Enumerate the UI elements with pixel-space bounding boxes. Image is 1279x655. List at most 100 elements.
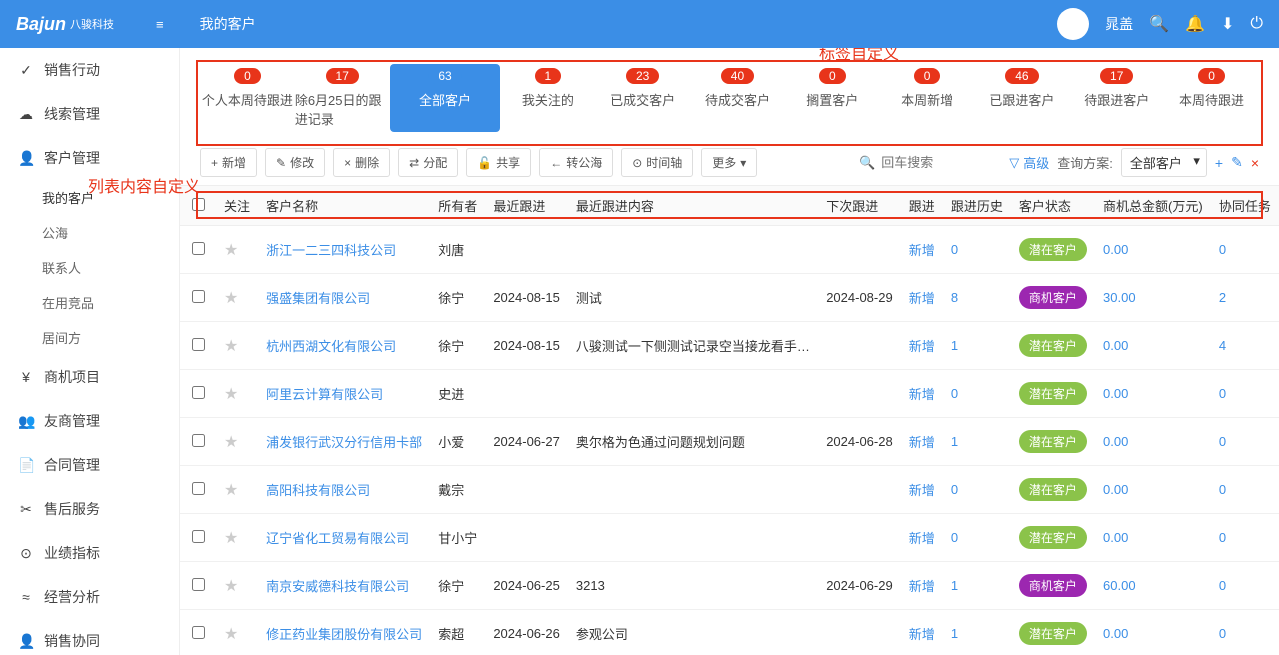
sidebar-item[interactable]: ⊙业绩指标 [0,531,179,575]
column-header[interactable]: 商机总金额(万元) [1095,186,1211,226]
tasks-link[interactable]: 0 [1219,626,1226,641]
history-link[interactable]: 0 [951,386,958,401]
user-name[interactable]: 晁盖 [1105,14,1133,34]
scheme-select[interactable]: 全部客户 [1121,148,1207,177]
sidebar-sub-item[interactable]: 公海 [0,215,179,250]
tasks-link[interactable]: 2 [1219,290,1226,305]
history-link[interactable]: 0 [951,242,958,257]
sidebar-item[interactable]: ✂售后服务 [0,487,179,531]
follow-link[interactable]: 新增 [909,291,935,306]
column-header[interactable]: 关注 [216,186,258,226]
follow-link[interactable]: 新增 [909,579,935,594]
filter-tab[interactable]: 46已跟进客户 [975,64,1070,132]
follow-link[interactable]: 新增 [909,339,935,354]
toolbar-button[interactable]: 🔓共享 [466,148,531,177]
table-row[interactable]: ★ 阿里云计算有限公司 史进 新增 0 潜在客户 0.00 0 [180,370,1279,418]
star-icon[interactable]: ★ [224,434,238,451]
follow-link[interactable]: 新增 [909,243,935,258]
follow-link[interactable]: 新增 [909,627,935,642]
tasks-link[interactable]: 0 [1219,530,1226,545]
toolbar-button[interactable]: +新增 [200,148,257,177]
star-icon[interactable]: ★ [224,530,238,547]
toolbar-button[interactable]: ✎修改 [265,148,325,177]
customer-name-link[interactable]: 修正药业集团股份有限公司 [266,627,422,642]
advanced-link[interactable]: ▽高级 [1009,153,1049,172]
table-row[interactable]: ★ 辽宁省化工贸易有限公司 甘小宁 新增 0 潜在客户 0.00 0 [180,514,1279,562]
filter-tab[interactable]: 0本周新增 [880,64,975,132]
tasks-link[interactable]: 0 [1219,386,1226,401]
sidebar-item[interactable]: ✓销售行动 [0,48,179,92]
menu-toggle-icon[interactable]: ≡ [156,17,164,32]
row-checkbox[interactable] [180,610,216,655]
download-icon[interactable]: ⬇ [1221,14,1234,34]
history-link[interactable]: 1 [951,578,958,593]
search-box[interactable]: 🔍 [859,155,1001,171]
sidebar-sub-item[interactable]: 在用竞品 [0,285,179,320]
filter-tab[interactable]: 23已成交客户 [595,64,690,132]
bell-icon[interactable]: 🔔 [1185,14,1205,34]
follow-link[interactable]: 新增 [909,531,935,546]
toolbar-button[interactable]: ⊙时间轴 [621,148,693,177]
follow-link[interactable]: 新增 [909,483,935,498]
header-current-tab[interactable]: 我的客户 [188,0,268,48]
star-icon[interactable]: ★ [224,626,238,643]
row-checkbox[interactable] [180,370,216,418]
column-header[interactable]: 跟进历史 [943,186,1011,226]
sidebar-item[interactable]: ¥商机项目 [0,355,179,399]
amount-link[interactable]: 0.00 [1103,338,1128,353]
row-checkbox[interactable] [180,274,216,322]
edit-scheme-icon[interactable]: ✎ [1231,154,1243,171]
brand-logo[interactable]: Bajun 八骏科技 [16,10,136,38]
toolbar-button[interactable]: ⇄分配 [398,148,458,177]
customer-name-link[interactable]: 浙江一二三四科技公司 [266,243,396,258]
column-header[interactable]: 最近跟进 [485,186,568,226]
follow-link[interactable]: 新增 [909,387,935,402]
filter-tab[interactable]: 1我关注的 [500,64,595,132]
sidebar-sub-item[interactable]: 联系人 [0,250,179,285]
amount-link[interactable]: 0.00 [1103,530,1128,545]
toolbar-button[interactable]: ←转公海 [539,148,613,177]
row-checkbox[interactable] [180,466,216,514]
table-row[interactable]: ★ 杭州西湖文化有限公司 徐宁 2024-08-15 八骏测试一下侧测试记录空当… [180,322,1279,370]
table-row[interactable]: ★ 修正药业集团股份有限公司 索超 2024-06-26 参观公司 新增 1 潜… [180,610,1279,655]
amount-link[interactable]: 0.00 [1103,482,1128,497]
sidebar-item[interactable]: 👤销售协同 [0,619,179,655]
filter-tab[interactable]: 40待成交客户 [690,64,785,132]
star-icon[interactable]: ★ [224,386,238,403]
customer-name-link[interactable]: 高阳科技有限公司 [266,483,370,498]
table-row[interactable]: ★ 南京安威德科技有限公司 徐宁 2024-06-25 3213 2024-06… [180,562,1279,610]
table-row[interactable]: ★ 高阳科技有限公司 戴宗 新增 0 潜在客户 0.00 0 [180,466,1279,514]
customer-name-link[interactable]: 强盛集团有限公司 [266,291,370,306]
filter-tab[interactable]: 0个人本周待跟进 [200,64,295,132]
tasks-link[interactable]: 4 [1219,338,1226,353]
column-header[interactable]: 协同任务 [1211,186,1279,226]
toolbar-button[interactable]: 更多 ▾ [701,148,757,177]
row-checkbox[interactable] [180,562,216,610]
column-header[interactable]: 客户名称 [258,186,430,226]
filter-tab[interactable]: 0搁置客户 [785,64,880,132]
add-scheme-icon[interactable]: + [1215,155,1223,171]
history-link[interactable]: 1 [951,626,958,641]
amount-link[interactable]: 60.00 [1103,578,1136,593]
amount-link[interactable]: 0.00 [1103,434,1128,449]
tasks-link[interactable]: 0 [1219,482,1226,497]
sidebar-item[interactable]: 👥友商管理 [0,399,179,443]
table-row[interactable]: ★ 强盛集团有限公司 徐宁 2024-08-15 测试 2024-08-29 新… [180,274,1279,322]
amount-link[interactable]: 30.00 [1103,290,1136,305]
user-avatar[interactable] [1057,8,1089,40]
toolbar-button[interactable]: ×删除 [333,148,390,177]
filter-tab[interactable]: 17除6月25日的跟进记录 [295,64,390,132]
customer-name-link[interactable]: 阿里云计算有限公司 [266,387,383,402]
row-checkbox[interactable] [180,322,216,370]
customer-name-link[interactable]: 杭州西湖文化有限公司 [266,339,396,354]
history-link[interactable]: 1 [951,338,958,353]
column-header[interactable]: 下次跟进 [818,186,901,226]
sidebar-item[interactable]: ≈经营分析 [0,575,179,619]
table-row[interactable]: ★ 浦发银行武汉分行信用卡部 小爱 2024-06-27 奥尔格为色通过问题规划… [180,418,1279,466]
filter-tab[interactable]: 17待跟进客户 [1069,64,1164,132]
filter-tab[interactable]: 63全部客户 [390,64,501,132]
column-header[interactable]: 客户状态 [1011,186,1095,226]
row-checkbox[interactable] [180,514,216,562]
row-checkbox[interactable] [180,418,216,466]
column-header[interactable]: 跟进 [901,186,943,226]
